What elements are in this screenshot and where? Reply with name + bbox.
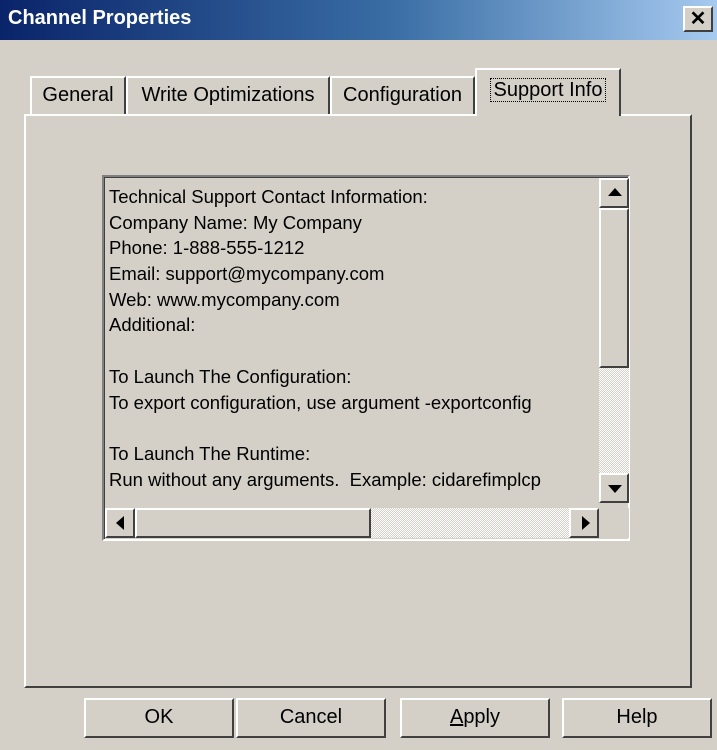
arrow-down-icon	[608, 485, 622, 493]
arrow-left-icon	[116, 516, 124, 530]
arrow-up-icon	[608, 188, 622, 196]
apply-button-label: pply	[463, 706, 501, 728]
apply-button[interactable]: Apply	[400, 698, 550, 738]
cancel-button-label: Cancel	[279, 706, 343, 728]
close-button[interactable]: ✕	[683, 6, 713, 32]
apply-button-mnemonic: A	[449, 706, 464, 728]
support-info-line	[109, 415, 597, 441]
ok-button-label: OK	[144, 706, 174, 728]
support-info-line: Web: www.mycompany.com	[109, 288, 340, 310]
tab-support-info-label: Support Info	[489, 78, 607, 102]
scroll-left-button[interactable]	[105, 508, 135, 538]
arrow-right-icon	[582, 516, 590, 530]
scroll-down-button[interactable]	[599, 473, 629, 503]
support-info-text[interactable]: Technical Support Contact Information: Co…	[109, 184, 597, 502]
support-info-line: Additional:	[109, 314, 196, 336]
help-button-label: Help	[616, 706, 658, 728]
vertical-scroll-thumb[interactable]	[599, 208, 629, 368]
tab-general-label: General	[42, 84, 114, 106]
tab-write-optimizations-label: Write Optimizations	[141, 84, 315, 106]
tab-write-optimizations[interactable]: Write Optimizations	[126, 76, 330, 114]
scroll-up-button[interactable]	[599, 178, 629, 208]
close-icon: ✕	[689, 8, 707, 30]
support-info-textbox-frame: Technical Support Contact Information: Co…	[104, 177, 629, 539]
cancel-button[interactable]: Cancel	[236, 698, 386, 738]
window-title: Channel Properties	[8, 7, 192, 29]
support-info-line: Technical Support Contact Information:	[109, 186, 428, 207]
support-info-line: To Launch The Runtime:	[109, 442, 311, 464]
channel-properties-dialog: Channel Properties ✕ General Write Optim…	[0, 0, 717, 750]
tab-support-info[interactable]: Support Info	[475, 68, 621, 116]
vertical-scrollbar[interactable]	[599, 178, 629, 503]
support-info-line: Email: support@mycompany.com	[109, 263, 385, 285]
scrollbar-corner	[599, 508, 629, 538]
support-info-line: Phone: 1-888-555-1212	[109, 237, 305, 259]
tab-configuration-label: Configuration	[343, 84, 462, 106]
support-info-line: Run without any arguments. Example: cida…	[109, 468, 541, 490]
scroll-right-button[interactable]	[569, 508, 599, 538]
tab-general[interactable]: General	[30, 76, 126, 114]
title-bar[interactable]: Channel Properties ✕	[0, 0, 717, 40]
horizontal-scrollbar[interactable]	[105, 508, 599, 538]
support-info-line	[109, 338, 597, 364]
ok-button[interactable]: OK	[84, 698, 234, 738]
support-info-line: To export configuration, use argument -e…	[109, 391, 532, 413]
tab-configuration[interactable]: Configuration	[330, 76, 475, 114]
horizontal-scroll-thumb[interactable]	[135, 508, 371, 538]
help-button[interactable]: Help	[562, 698, 712, 738]
support-info-line: Company Name: My Company	[109, 211, 362, 233]
support-info-textbox[interactable]: Technical Support Contact Information: Co…	[102, 175, 630, 541]
support-info-line: To Launch The Configuration:	[109, 365, 352, 387]
